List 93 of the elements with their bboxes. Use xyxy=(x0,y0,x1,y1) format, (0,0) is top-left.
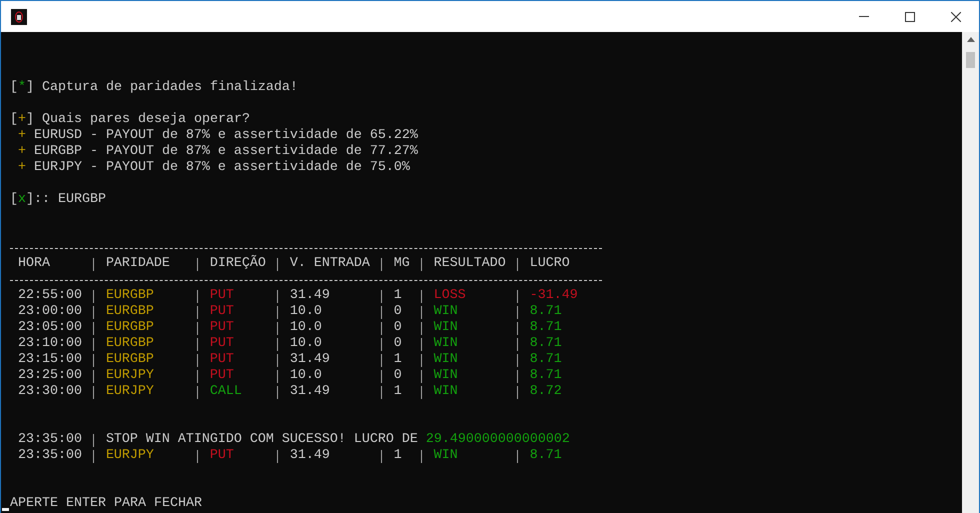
bullet: + xyxy=(18,144,26,160)
text-cursor xyxy=(2,508,9,511)
bracket: ] xyxy=(26,192,34,208)
table-cell: EURGBP xyxy=(106,336,154,352)
table-cell: 31.49 xyxy=(290,384,330,400)
table-cell: 31.49 xyxy=(290,448,330,464)
column-header: LUCRO xyxy=(530,256,570,272)
table-cell: LOSS xyxy=(434,288,466,304)
table-cell: PUT xyxy=(210,336,234,352)
table-cell: CALL xyxy=(210,384,242,400)
table-cell: 8.71 xyxy=(530,304,562,320)
bullet: + xyxy=(18,160,26,176)
table-cell: 23:30:00 xyxy=(18,384,82,400)
table-cell: 23:10:00 xyxy=(18,336,82,352)
table-cell: 10.0 xyxy=(290,336,322,352)
bracket: [ xyxy=(10,80,18,96)
table-cell: EURGBP xyxy=(106,304,154,320)
table-cell: 23:35:00 xyxy=(18,448,82,464)
table-cell: 10.0 xyxy=(290,368,322,384)
table-cell: WIN xyxy=(434,336,458,352)
bracket: [ xyxy=(10,192,18,208)
table-cell: 23:35:00 xyxy=(18,432,82,448)
table-cell: WIN xyxy=(434,320,458,336)
table-cell: WIN xyxy=(434,368,458,384)
pair-option: EURGBP - PAYOUT de 87% e assertividade de 77.27% xyxy=(34,144,418,160)
minimize-icon xyxy=(859,16,869,17)
table-cell: 23:05:00 xyxy=(18,320,82,336)
table-cell: 0 xyxy=(394,304,402,320)
table-cell: WIN xyxy=(434,352,458,368)
bullet: + xyxy=(18,128,26,144)
profit-value: 29.490000000000002 xyxy=(426,432,570,448)
table-cell: 10.0 xyxy=(290,304,322,320)
table-cell: PUT xyxy=(210,352,234,368)
table-cell: PUT xyxy=(210,448,234,464)
status-message: Captura de paridades finalizada! xyxy=(42,80,298,96)
prompt-answer-text: :: EURGBP xyxy=(34,192,106,208)
column-header: DIREÇÃO xyxy=(210,256,266,272)
table-cell: PUT xyxy=(210,368,234,384)
marker-symbol: x xyxy=(18,192,26,208)
marker-symbol: + xyxy=(18,112,26,128)
table-cell: 1 xyxy=(394,288,402,304)
scrollbar[interactable] xyxy=(962,32,979,513)
table-cell: 0 xyxy=(394,336,402,352)
table-cell: 1 xyxy=(394,352,402,368)
table-cell: EURJPY xyxy=(106,448,154,464)
table-cell: 8.71 xyxy=(530,368,562,384)
question-text: Quais pares deseja operar? xyxy=(42,112,250,128)
table-cell: PUT xyxy=(210,320,234,336)
table-cell: 23:25:00 xyxy=(18,368,82,384)
console-app-icon xyxy=(11,8,27,24)
bracket: ] xyxy=(26,112,34,128)
stop-message: STOP WIN ATINGIDO COM SUCESSO! LUCRO DE xyxy=(106,432,418,448)
table-cell: 8.71 xyxy=(530,336,562,352)
table-cell: 8.71 xyxy=(530,352,562,368)
table-cell: WIN xyxy=(434,448,458,464)
table-cell: 1 xyxy=(394,448,402,464)
column-header: V. ENTRADA xyxy=(290,256,370,272)
close-icon xyxy=(951,12,961,22)
table-cell: 8.71 xyxy=(530,448,562,464)
table-cell: EURJPY xyxy=(106,384,154,400)
bracket: ] xyxy=(26,80,34,96)
table-cell: -31.49 xyxy=(530,288,578,304)
table-cell: 22:55:00 xyxy=(18,288,82,304)
table-cell: WIN xyxy=(434,304,458,320)
table-cell: WIN xyxy=(434,384,458,400)
table-cell: 0 xyxy=(394,320,402,336)
column-header: MG xyxy=(394,256,410,272)
table-cell: 23:00:00 xyxy=(18,304,82,320)
pair-option: EURUSD - PAYOUT de 87% e assertividade de 65.22% xyxy=(34,128,418,144)
scroll-up-icon[interactable] xyxy=(966,37,974,42)
table-cell: PUT xyxy=(210,288,234,304)
pair-option: EURJPY - PAYOUT de 87% e assertividade de 75.0% xyxy=(34,160,410,176)
table-cell: 23:15:00 xyxy=(18,352,82,368)
table-cell: 0 xyxy=(394,368,402,384)
table-cell: 10.0 xyxy=(290,320,322,336)
table-cell: 31.49 xyxy=(290,288,330,304)
table-cell: EURGBP xyxy=(106,352,154,368)
table-cell: 1 xyxy=(394,384,402,400)
table-cell: EURGBP xyxy=(106,288,154,304)
bracket: [ xyxy=(10,112,18,128)
table-cell: EURJPY xyxy=(106,368,154,384)
table-cell: 31.49 xyxy=(290,352,330,368)
table-cell: 8.71 xyxy=(530,320,562,336)
column-header: RESULTADO xyxy=(434,256,506,272)
marker-symbol: * xyxy=(18,80,26,96)
table-cell: PUT xyxy=(210,304,234,320)
maximize-icon xyxy=(905,12,915,22)
column-header: PARIDADE xyxy=(106,256,170,272)
exit-prompt: APERTE ENTER PARA FECHAR xyxy=(10,496,202,512)
column-header: HORA xyxy=(18,256,50,272)
table-cell: EURGBP xyxy=(106,320,154,336)
table-cell: 8.72 xyxy=(530,384,562,400)
scroll-thumb[interactable] xyxy=(966,52,975,68)
